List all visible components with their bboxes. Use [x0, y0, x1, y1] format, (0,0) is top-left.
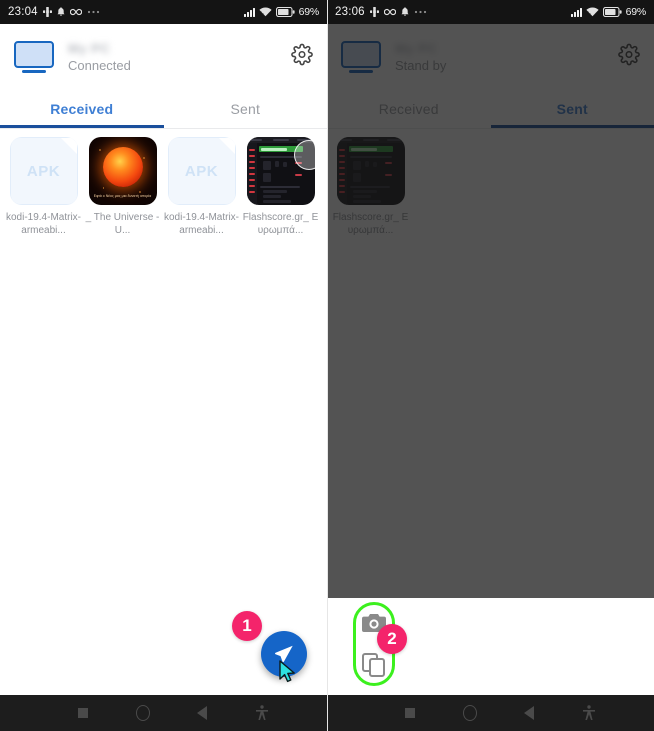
phone-screen-left: 23:04 69% My PC Connected Received Sent …	[0, 0, 327, 731]
file-name: kodi-19.4-Matrix-armeabi...	[5, 212, 82, 236]
home-circle-icon[interactable]	[135, 705, 150, 721]
file-thumbnail: APK	[9, 137, 78, 205]
transfer-progress-ring	[621, 140, 651, 170]
clock: 23:06	[335, 6, 365, 18]
tab-received[interactable]: Received	[0, 90, 164, 128]
file-thumbnail: Εφτά ο Νέος μας μια δυνατή ιστορία	[88, 137, 157, 205]
accessibility-icon[interactable]	[582, 705, 596, 721]
gear-icon[interactable]	[618, 43, 640, 71]
device-header-right: My PC Stand by	[327, 24, 654, 90]
file-name: Flashscore.gr_ Ευρωμπά...	[332, 212, 409, 236]
bell-icon	[401, 7, 409, 17]
file-grid-left: APK kodi-19.4-Matrix-armeabi... Εφτά ο Ν…	[0, 129, 327, 247]
accessibility-icon[interactable]	[255, 705, 269, 721]
device-header-left: My PC Connected	[0, 24, 327, 90]
copy-duplicate-icon[interactable]	[361, 652, 387, 683]
file-item[interactable]: APK kodi-19.4-Matrix-armeabi...	[162, 135, 241, 247]
file-item[interactable]: APK kodi-19.4-Matrix-armeabi...	[4, 135, 83, 247]
device-name: My PC	[68, 40, 111, 56]
status-bar-right-group: 69%	[570, 6, 647, 18]
file-name: _ The Universe - U...	[85, 212, 160, 236]
apk-label: APK	[26, 162, 61, 180]
file-item[interactable]: Εφτά ο Νέος μας μια δυνατή ιστορία _ The…	[83, 135, 162, 247]
device-name: My PC	[395, 40, 438, 56]
panel-divider	[327, 0, 328, 731]
annotation-badge-2: 2	[377, 624, 407, 654]
tab-bar-left[interactable]: Received Sent	[0, 90, 327, 128]
send-fab-button[interactable]	[261, 631, 307, 677]
bottom-action-zone-right: 2	[327, 598, 654, 695]
tab-active-indicator	[490, 125, 654, 128]
battery-icon	[602, 7, 622, 17]
file-name: Flashscore.gr_ Ευρωμπά...	[242, 212, 319, 236]
monitor-icon	[14, 41, 54, 73]
file-grid-right: Flashscore.gr_ Ευρωμπά...	[327, 129, 654, 247]
annotation-badge-1: 1	[232, 611, 262, 641]
device-info: My PC Stand by	[395, 40, 447, 73]
status-bar-left: 23:04 69%	[0, 0, 327, 24]
bottom-action-zone-left: 1	[0, 598, 327, 695]
home-circle-icon[interactable]	[462, 705, 477, 721]
navigation-bar-left[interactable]	[0, 695, 327, 731]
tab-sent[interactable]: Sent	[491, 90, 654, 128]
send-plane-icon	[275, 645, 293, 663]
status-bar-right-group: 69%	[243, 6, 320, 18]
status-bar-right: 23:06 69%	[327, 0, 654, 24]
device-status: Connected	[68, 57, 131, 73]
vibrate-icon	[369, 7, 379, 17]
wifi-icon	[258, 7, 272, 17]
device-info: My PC Connected	[68, 40, 131, 73]
apk-label: APK	[184, 162, 219, 180]
infinity-icon	[383, 8, 396, 16]
monitor-icon	[341, 41, 381, 73]
file-name: kodi-19.4-Matrix-armeabi...	[163, 212, 240, 236]
battery-icon	[275, 7, 295, 17]
battery-percent: 69%	[625, 6, 647, 18]
dual-screenshot-container: 23:04 69% My PC Connected Received Sent …	[0, 0, 654, 731]
tab-active-indicator	[0, 125, 164, 128]
back-triangle-icon[interactable]	[197, 706, 208, 720]
poster-caption: Εφτά ο Νέος μας μια δυνατή ιστορία	[93, 194, 152, 198]
bell-icon	[57, 7, 65, 17]
apk-file-icon: APK	[9, 137, 78, 205]
tab-sent[interactable]: Sent	[164, 90, 328, 128]
recents-square-icon[interactable]	[77, 708, 88, 718]
infinity-icon	[69, 8, 82, 16]
flashscore-screenshot-image	[336, 137, 405, 205]
file-item[interactable]: Flashscore.gr_ Ευρωμπά...	[331, 135, 410, 247]
file-thumbnail	[336, 137, 405, 205]
status-bar-left-group: 23:06	[335, 6, 427, 18]
wifi-icon	[585, 7, 599, 17]
transfer-progress-ring	[294, 140, 324, 170]
tab-bar-right[interactable]: Received Sent	[327, 90, 654, 128]
battery-percent: 69%	[298, 6, 320, 18]
tab-received[interactable]: Received	[327, 90, 491, 128]
recents-square-icon[interactable]	[404, 708, 415, 718]
phone-screen-right: 23:06 69% My PC Stand by Received Sent F…	[327, 0, 654, 731]
status-bar-left-group: 23:04	[8, 6, 100, 18]
navigation-bar-right[interactable]	[327, 695, 654, 731]
device-status: Stand by	[395, 57, 447, 73]
signal-bars-icon	[243, 7, 255, 17]
clock: 23:04	[8, 6, 38, 18]
file-thumbnail: APK	[167, 137, 236, 205]
back-triangle-icon[interactable]	[524, 706, 535, 720]
gear-icon[interactable]	[291, 43, 313, 71]
apk-file-icon: APK	[167, 137, 236, 205]
signal-bars-icon	[570, 7, 582, 17]
vibrate-icon	[42, 7, 52, 17]
more-dots-icon	[414, 10, 427, 14]
more-dots-icon	[87, 10, 100, 14]
universe-poster-image: Εφτά ο Νέος μας μια δυνατή ιστορία	[88, 137, 157, 205]
